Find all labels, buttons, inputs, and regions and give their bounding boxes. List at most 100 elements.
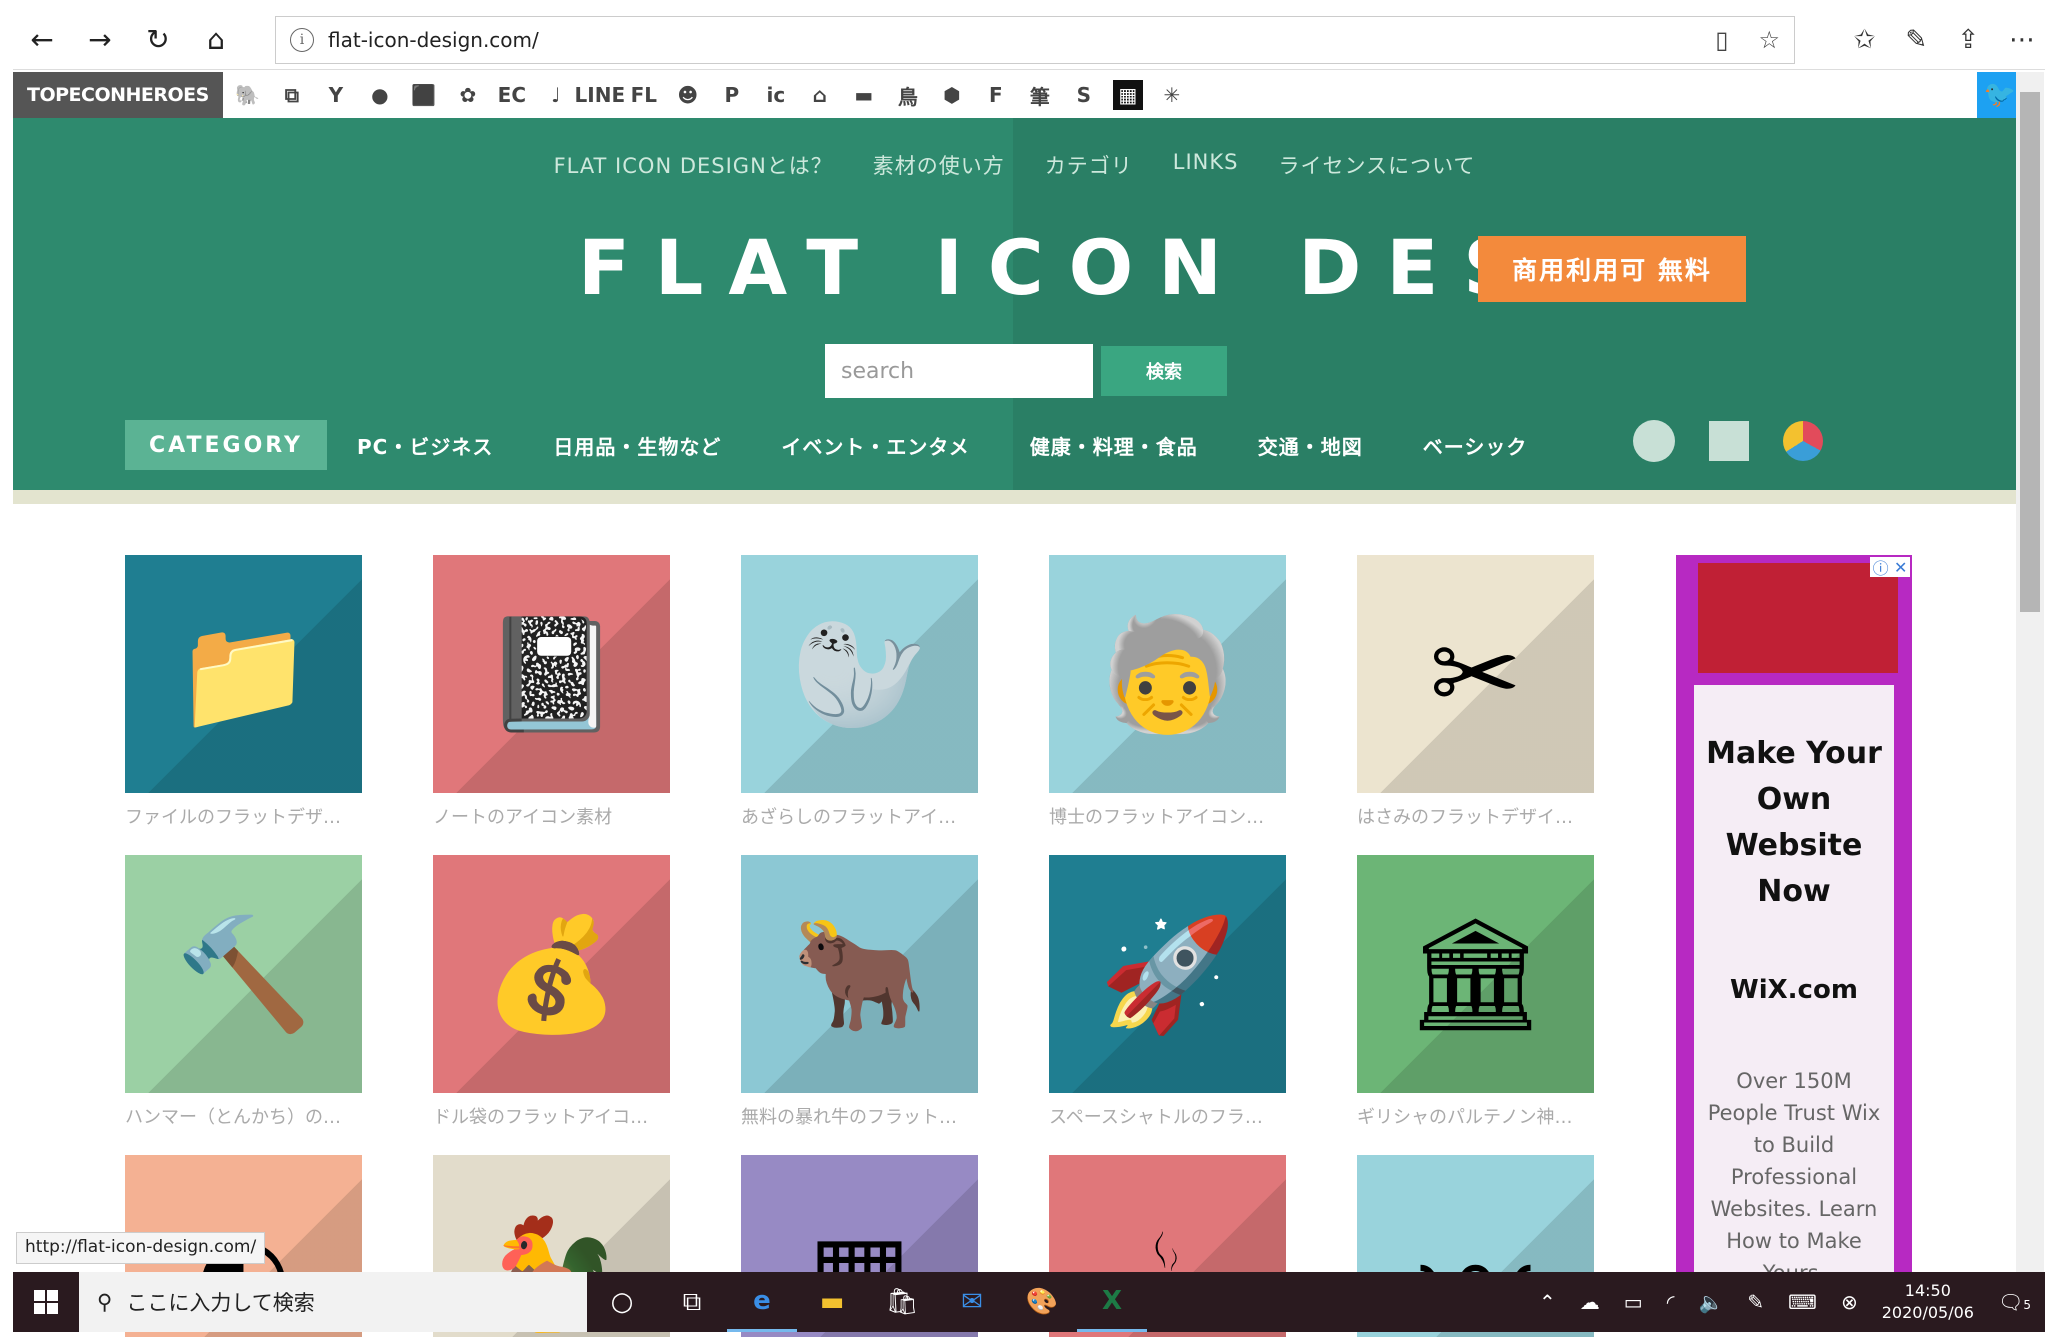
- nav-usage[interactable]: 素材の使い方: [873, 150, 1005, 180]
- chevron-up-icon[interactable]: ⌃: [1539, 1290, 1556, 1314]
- edge-icon[interactable]: e: [727, 1272, 797, 1332]
- ad-info-icon[interactable]: ⓘ: [1873, 555, 1889, 579]
- ad-card[interactable]: Make Your Own Website Now WiX.com Over 1…: [1694, 685, 1894, 1285]
- store-icon[interactable]: 🛍: [867, 1272, 937, 1332]
- tile-caption[interactable]: ファイルのフラットデザ…: [125, 803, 362, 829]
- extension-icon[interactable]: LINE: [575, 80, 626, 110]
- extension-icon[interactable]: 🐘: [233, 80, 263, 110]
- extension-icon[interactable]: ☻: [673, 80, 703, 110]
- taskbar-search[interactable]: ⚲ ここに入力して検索: [79, 1272, 587, 1332]
- tile-caption[interactable]: ハンマー（とんかち）の…: [125, 1103, 362, 1129]
- brand-logo[interactable]: TOPECONHEROES: [13, 72, 223, 118]
- nav-links[interactable]: LINKS: [1173, 150, 1239, 180]
- cat-pc-business[interactable]: PC・ビジネス: [357, 431, 493, 460]
- tile-caption[interactable]: ギリシャのパルテノン神…: [1357, 1103, 1594, 1129]
- scroll-thumb[interactable]: [2020, 92, 2040, 612]
- icon-tile[interactable]: 📓 ノートのアイコン素材: [433, 555, 670, 829]
- tile-caption[interactable]: 無料の暴れ牛のフラット…: [741, 1103, 978, 1129]
- extension-icon[interactable]: ic: [761, 80, 791, 110]
- extension-icon[interactable]: ✳: [1157, 80, 1187, 110]
- icon-tile[interactable]: 🏛 ギリシャのパルテノン神…: [1357, 855, 1594, 1129]
- info-icon[interactable]: i: [290, 28, 314, 52]
- favorite-star-icon[interactable]: ☆: [1758, 26, 1780, 54]
- tile-image[interactable]: 📁: [125, 555, 362, 793]
- extension-icon[interactable]: S: [1069, 80, 1099, 110]
- extension-icon[interactable]: EC: [497, 80, 527, 110]
- extension-icon[interactable]: FL: [629, 80, 659, 110]
- tile-image[interactable]: 🐂: [741, 855, 978, 1093]
- icon-tile[interactable]: 🐂 無料の暴れ牛のフラット…: [741, 855, 978, 1129]
- cat-health-food[interactable]: 健康・料理・食品: [1030, 431, 1198, 460]
- extension-icon[interactable]: P: [717, 80, 747, 110]
- paint-icon[interactable]: 🎨: [1007, 1272, 1077, 1332]
- mail-icon[interactable]: ✉: [937, 1272, 1007, 1332]
- file-explorer-icon[interactable]: ▬: [797, 1272, 867, 1332]
- tile-caption[interactable]: スペースシャトルのフラ…: [1049, 1103, 1286, 1129]
- extension-icon[interactable]: F: [981, 80, 1011, 110]
- extension-icon[interactable]: 鳥: [893, 80, 923, 110]
- nav-about[interactable]: FLAT ICON DESIGNとは？: [554, 150, 833, 180]
- page-scrollbar[interactable]: [2016, 72, 2044, 1272]
- icon-tile[interactable]: 🧓 博士のフラットアイコン…: [1049, 555, 1286, 829]
- forward-button[interactable]: →: [71, 11, 129, 69]
- start-button[interactable]: [13, 1272, 79, 1332]
- square-filter-icon[interactable]: [1709, 421, 1749, 461]
- tile-caption[interactable]: はさみのフラットデザイ…: [1357, 803, 1594, 829]
- extension-icon[interactable]: ♩: [541, 80, 571, 110]
- keyboard-icon[interactable]: ⌨: [1788, 1290, 1817, 1314]
- ad-headline[interactable]: Make Your Own Website Now: [1694, 731, 1894, 915]
- ad-close[interactable]: ⓘ ✕: [1870, 555, 1910, 579]
- icon-tile[interactable]: 📁 ファイルのフラットデザ…: [125, 555, 362, 829]
- icon-tile[interactable]: 🦭 あざらしのフラットアイ…: [741, 555, 978, 829]
- extension-icon[interactable]: ⬢: [937, 80, 967, 110]
- circle-filter-icon[interactable]: [1633, 420, 1675, 462]
- color-filter-icon[interactable]: [1783, 421, 1823, 461]
- ad-close-icon[interactable]: ✕: [1894, 558, 1907, 577]
- extension-icon[interactable]: ▦: [1112, 80, 1143, 110]
- cat-events[interactable]: イベント・エンタメ: [781, 431, 969, 460]
- tile-image[interactable]: 🔨: [125, 855, 362, 1093]
- address-bar[interactable]: i flat-icon-design.com/ ▯ ☆: [275, 16, 1795, 64]
- tile-image[interactable]: 🚀: [1049, 855, 1286, 1093]
- nav-category[interactable]: カテゴリ: [1045, 150, 1133, 180]
- pen-icon[interactable]: ✎: [1905, 25, 1927, 55]
- ad-body[interactable]: Over 150M People Trust Wix to Build Prof…: [1694, 1065, 1894, 1289]
- tile-caption[interactable]: ドル袋のフラットアイコ…: [433, 1103, 670, 1129]
- ad-image[interactable]: [1698, 563, 1898, 673]
- search-button[interactable]: 検索: [1101, 346, 1227, 396]
- cat-transport-map[interactable]: 交通・地図: [1258, 431, 1363, 460]
- cloud-icon[interactable]: ☁: [1580, 1290, 1600, 1314]
- nav-license[interactable]: ライセンスについて: [1278, 150, 1475, 180]
- tile-caption[interactable]: 博士のフラットアイコン…: [1049, 803, 1286, 829]
- extension-icon[interactable]: ⧉: [277, 80, 307, 110]
- battery-icon[interactable]: ▭: [1624, 1290, 1643, 1314]
- notification-icon[interactable]: 🗨5: [1998, 1290, 2031, 1314]
- tile-image[interactable]: 🧓: [1049, 555, 1286, 793]
- cortana-icon[interactable]: ○: [587, 1272, 657, 1332]
- extension-icon[interactable]: ✿: [453, 80, 483, 110]
- extension-icon[interactable]: ⌂: [805, 80, 835, 110]
- tile-caption[interactable]: あざらしのフラットアイ…: [741, 803, 978, 829]
- tile-image[interactable]: 📓: [433, 555, 670, 793]
- share-icon[interactable]: ⇪: [1957, 25, 1979, 55]
- extension-icon[interactable]: ●: [365, 80, 395, 110]
- reading-view-icon[interactable]: ▯: [1715, 26, 1728, 54]
- icon-tile[interactable]: ✂ はさみのフラットデザイ…: [1357, 555, 1594, 829]
- ad-brand[interactable]: WiX.com: [1694, 975, 1894, 1005]
- wifi-icon[interactable]: ◜: [1667, 1290, 1675, 1314]
- extension-icon[interactable]: ▬: [849, 80, 879, 110]
- back-button[interactable]: ←: [13, 11, 71, 69]
- icon-tile[interactable]: 🔨 ハンマー（とんかち）の…: [125, 855, 362, 1129]
- advertisement[interactable]: ⓘ ✕ Make Your Own Website Now WiX.com Ove…: [1676, 555, 1912, 1285]
- cat-basic[interactable]: ベーシック: [1423, 431, 1528, 460]
- extension-icon[interactable]: 筆: [1025, 80, 1055, 110]
- tile-image[interactable]: 🏛: [1357, 855, 1594, 1093]
- icon-tile[interactable]: 💰 ドル袋のフラットアイコ…: [433, 855, 670, 1129]
- cat-daily-goods[interactable]: 日用品・生物など: [553, 431, 721, 460]
- pen-tray-icon[interactable]: ✎: [1747, 1290, 1764, 1314]
- refresh-button[interactable]: ↻: [129, 11, 187, 69]
- tile-caption[interactable]: ノートのアイコン素材: [433, 803, 670, 829]
- more-icon[interactable]: ⋯: [2009, 25, 2035, 55]
- clock[interactable]: 14:50 2020/05/06: [1882, 1280, 1974, 1324]
- ime-icon[interactable]: ⊗: [1841, 1290, 1858, 1314]
